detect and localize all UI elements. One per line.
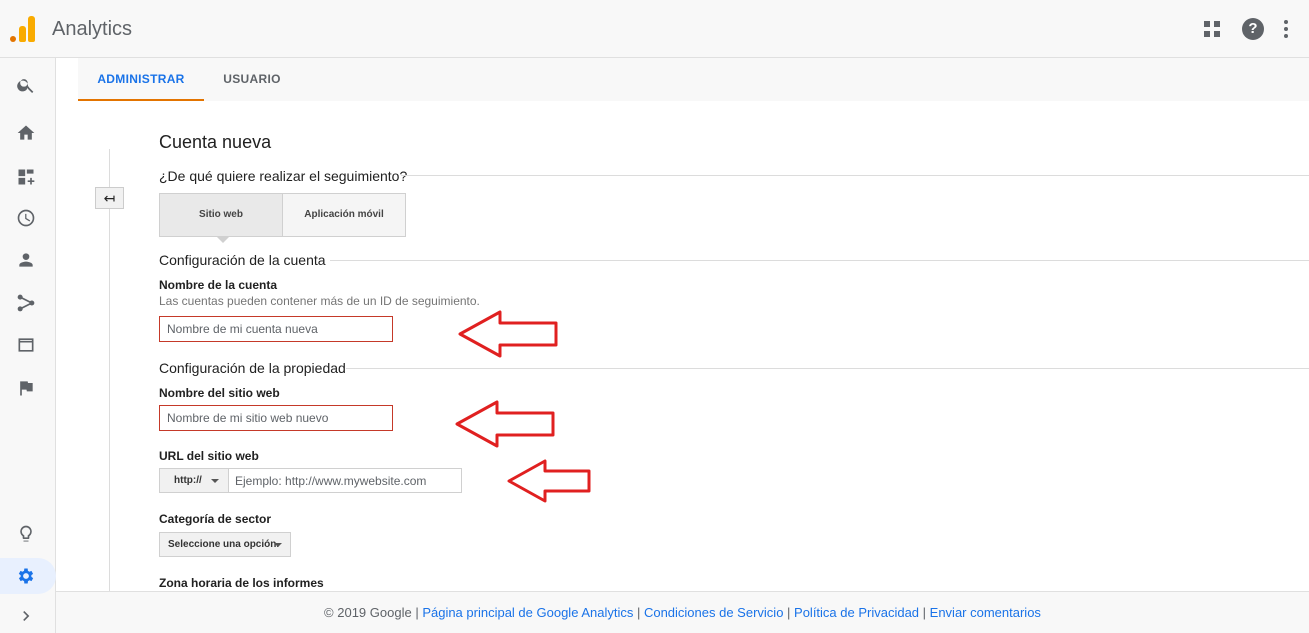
url-label: URL del sitio web [159,449,259,463]
chevron-down-icon [274,543,282,547]
url-input[interactable] [228,468,462,493]
segment-pointer [216,236,230,243]
annotation-arrow-icon [458,310,558,358]
audience-icon[interactable] [16,250,36,270]
segment-mobile-button[interactable]: Aplicación móvil [282,193,406,237]
more-vert-icon[interactable] [1283,18,1289,40]
main-content: ↤ Cuenta nueva ¿De qué quiere realizar e… [56,101,1309,591]
footer-link-home[interactable]: Página principal de Google Analytics [422,605,633,620]
back-button[interactable]: ↤ [95,187,124,209]
copyright: © 2019 Google [324,605,412,620]
annotation-arrow-icon [455,400,555,448]
footer-link-privacy[interactable]: Política de Privacidad [794,605,919,620]
discover-icon[interactable] [16,524,36,544]
page-title: Cuenta nueva [159,132,272,152]
divider [330,260,1309,261]
home-icon[interactable] [16,123,36,143]
conversions-icon[interactable] [16,378,36,398]
segment-web-button[interactable]: Sitio web [159,193,283,237]
url-protocol-select[interactable]: http:// [159,468,229,493]
account-name-input[interactable] [159,316,393,342]
property-section-title: Configuración de la propiedad [159,360,346,376]
sector-select-value: Seleccione una opción. [168,539,280,550]
tracking-question: ¿De qué quiere realizar el seguimiento? [159,168,408,184]
tab-administrar[interactable]: ADMINISTRAR [78,58,204,101]
customization-icon[interactable] [16,167,36,187]
divider [401,175,1309,176]
site-name-input[interactable] [159,405,393,431]
realtime-icon[interactable] [16,208,36,228]
apps-icon[interactable] [1202,18,1224,40]
sector-label: Categoría de sector [159,512,272,526]
top-bar: Analytics ? [0,0,1309,58]
app-title: Analytics [52,18,133,40]
tab-bar: ADMINISTRAR USUARIO [78,58,1309,101]
analytics-logo-icon[interactable] [10,16,36,42]
account-name-label: Nombre de la cuenta [159,278,278,292]
account-section-title: Configuración de la cuenta [159,252,326,268]
acquisition-icon[interactable] [16,293,36,313]
divider [346,368,1309,369]
footer-link-feedback[interactable]: Enviar comentarios [930,605,1041,620]
site-name-label: Nombre del sitio web [159,386,280,400]
url-protocol-value: http:// [174,475,202,486]
footer-link-terms[interactable]: Condiciones de Servicio [644,605,783,620]
admin-gear-icon[interactable] [16,566,36,586]
behavior-icon[interactable] [16,335,36,355]
sector-select[interactable]: Seleccione una opción. [159,532,291,557]
tab-usuario[interactable]: USUARIO [204,58,300,101]
account-name-help: Las cuentas pueden contener más de un ID… [159,294,480,308]
chevron-down-icon [211,479,219,483]
expand-icon[interactable] [16,606,36,626]
help-icon[interactable]: ? [1242,18,1264,40]
footer: © 2019 Google | Página principal de Goog… [56,591,1309,633]
timezone-label: Zona horaria de los informes [159,576,324,590]
left-nav [0,58,56,633]
annotation-arrow-icon [507,459,591,503]
step-line [109,149,110,591]
search-icon[interactable] [16,75,36,95]
